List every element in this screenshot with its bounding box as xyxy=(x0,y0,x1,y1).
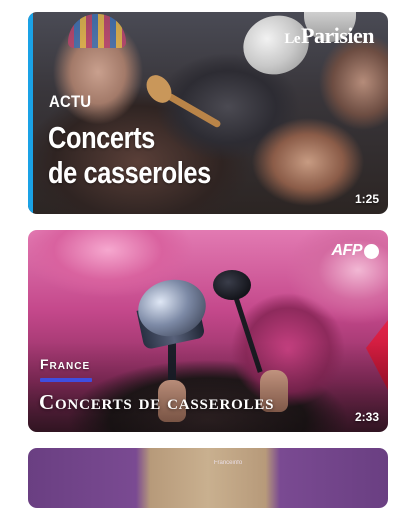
card-kicker: ACTU xyxy=(49,92,92,111)
card-title: Concerts de casseroles xyxy=(48,120,211,190)
video-card-partial[interactable]: Franceinfo xyxy=(28,448,388,508)
logo-name: Parisien xyxy=(301,23,375,48)
logo-prefix: Le xyxy=(284,31,300,47)
afp-logo-dot xyxy=(364,243,379,259)
afp-logo-text: AFP xyxy=(331,242,363,259)
le-parisien-logo: LeParisien xyxy=(284,25,374,47)
card-title-line-1: Concerts xyxy=(48,120,155,155)
card-title-line-2: de casseroles xyxy=(48,155,211,190)
video-thumbnail xyxy=(28,448,388,508)
video-duration: 1:25 xyxy=(354,192,379,206)
afp-logo: AFP xyxy=(331,242,379,260)
card-kicker: France xyxy=(40,356,91,372)
thumbnail-detail xyxy=(68,14,126,48)
thumbnail-caption: Franceinfo xyxy=(213,460,243,466)
thumbnail-detail xyxy=(213,270,251,300)
card-title: Concerts de casseroles xyxy=(39,390,275,414)
kicker-underline xyxy=(40,378,92,382)
video-duration: 2:33 xyxy=(354,410,379,424)
video-card-le-parisien[interactable]: LeParisien ACTU Concerts de casseroles 1… xyxy=(28,12,388,214)
card-accent-bar xyxy=(28,12,33,214)
video-card-afp[interactable]: AFP France Concerts de casseroles 2:33 xyxy=(28,230,388,432)
